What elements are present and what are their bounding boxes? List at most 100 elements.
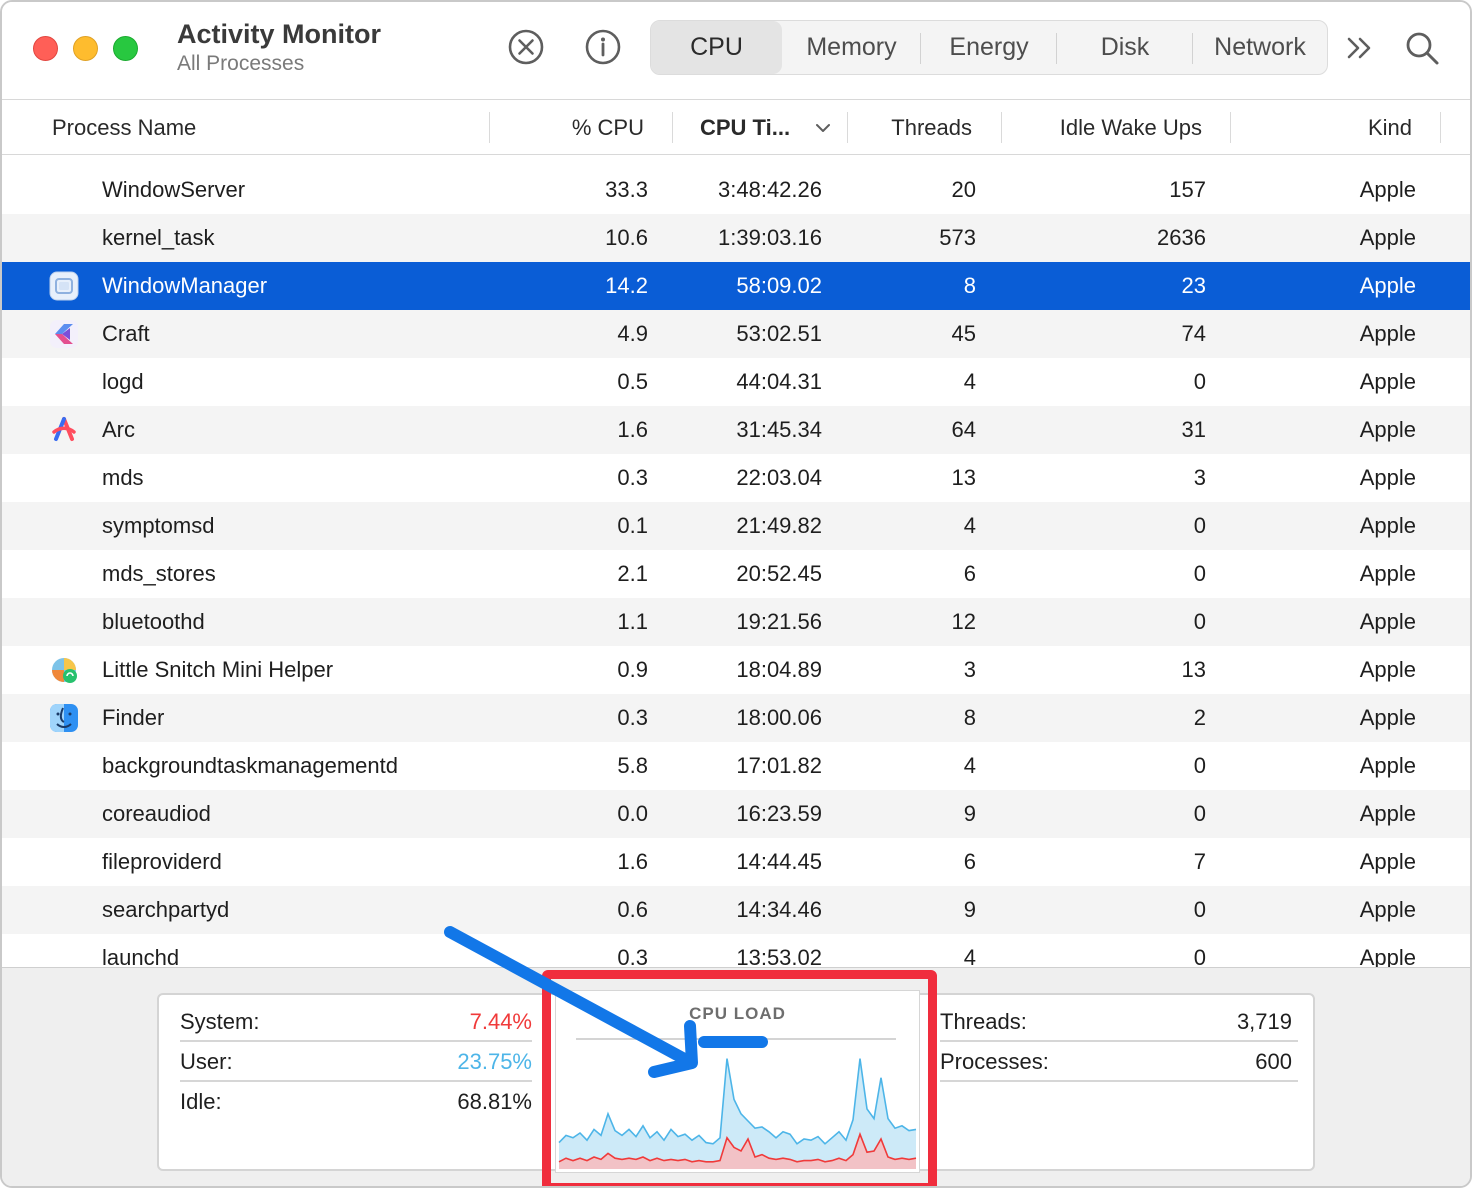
tab-cpu[interactable]: CPU	[651, 21, 782, 74]
close-window-button[interactable]	[33, 36, 58, 61]
table-row[interactable]: mds_stores 2.1 20:52.45 6 0 Apple	[2, 550, 1470, 598]
chevron-double-right-icon[interactable]	[1342, 30, 1378, 66]
process-name-cell: Arc	[102, 417, 135, 442]
search-icon[interactable]	[1402, 28, 1442, 68]
process-name-cell: Craft	[102, 321, 150, 346]
cpu-percent-cell: 0.0	[617, 801, 648, 826]
cpu-percent-cell: 2.1	[617, 561, 648, 586]
threads-cell: 64	[951, 417, 976, 442]
cpu-time-cell: 16:23.59	[736, 801, 822, 826]
info-icon[interactable]	[584, 28, 622, 66]
kind-cell: Apple	[1359, 849, 1416, 874]
zoom-window-button[interactable]	[113, 36, 138, 61]
sort-chevron-down-icon[interactable]	[814, 120, 832, 136]
kind-cell: Apple	[1359, 417, 1416, 442]
process-name-cell: mds	[102, 465, 144, 490]
cpu-time-cell: 53:02.51	[736, 321, 822, 346]
cpu-time-cell: 14:34.46	[736, 897, 822, 922]
kind-cell: Apple	[1359, 801, 1416, 826]
idle-wake-ups-cell: 0	[1193, 801, 1206, 826]
table-row[interactable]: searchpartyd 0.6 14:34.46 9 0 Apple	[2, 886, 1470, 934]
idle-wake-ups-cell: 23	[1181, 273, 1206, 298]
tab-disk[interactable]: Disk	[1057, 21, 1193, 74]
cpu-time-cell: 21:49.82	[736, 513, 822, 538]
table-row[interactable]: launchd 0.3 13:53.02 4 0 Apple	[2, 934, 1470, 968]
table-row[interactable]: WindowManager 14.2 58:09.02 8 23 Apple	[2, 262, 1470, 310]
tab-memory[interactable]: Memory	[782, 21, 921, 74]
kind-cell: Apple	[1359, 609, 1416, 634]
idle-wake-ups-cell: 0	[1193, 513, 1206, 538]
table-row[interactable]: Arc 1.6 31:45.34 64 31 Apple	[2, 406, 1470, 454]
table-row[interactable]: symptomsd 0.1 21:49.82 4 0 Apple	[2, 502, 1470, 550]
system-label: System:	[180, 1009, 260, 1034]
process-name-cell: WindowServer	[102, 177, 246, 202]
kind-cell: Apple	[1359, 561, 1416, 586]
view-tabs: CPU Memory Energy Disk Network	[650, 20, 1328, 75]
column-threads[interactable]: Threads	[891, 100, 972, 155]
table-row[interactable]: kernel_task 10.6 1:39:03.16 573 2636 Apple	[2, 214, 1470, 262]
threads-cell: 8	[963, 705, 976, 730]
table-row[interactable]: bluetoothd 1.1 19:21.56 12 0 Apple	[2, 598, 1470, 646]
kind-cell: Apple	[1359, 369, 1416, 394]
column-idle-wake-ups[interactable]: Idle Wake Ups	[1060, 100, 1202, 155]
cpu-time-cell: 3:48:42.26	[718, 177, 822, 202]
cpu-time-cell: 18:04.89	[736, 657, 822, 682]
threads-cell: 8	[963, 273, 976, 298]
tab-network[interactable]: Network	[1193, 21, 1327, 74]
cpu-time-cell: 13:53.02	[736, 945, 822, 968]
process-name-cell: bluetoothd	[102, 609, 205, 634]
tab-energy[interactable]: Energy	[921, 21, 1057, 74]
table-row[interactable]: coreaudiod 0.0 16:23.59 9 0 Apple	[2, 790, 1470, 838]
processes-value: 600	[1255, 1049, 1292, 1074]
kind-cell: Apple	[1359, 465, 1416, 490]
threads-cell: 9	[963, 897, 976, 922]
table-row[interactable]: logd 0.5 44:04.31 4 0 Apple	[2, 358, 1470, 406]
window-manager-icon	[49, 271, 79, 301]
system-value: 7.44%	[469, 1009, 532, 1034]
column-kind[interactable]: Kind	[1368, 100, 1412, 155]
table-row[interactable]: Craft 4.9 53:02.51 45 74 Apple	[2, 310, 1470, 358]
table-row[interactable]: fileproviderd 1.6 14:44.45 6 7 Apple	[2, 838, 1470, 886]
stop-process-icon[interactable]	[507, 28, 545, 66]
threads-stat: Threads: 3,719	[940, 1003, 1292, 1041]
idle-wake-ups-cell: 157	[1169, 177, 1206, 202]
idle-wake-ups-cell: 13	[1181, 657, 1206, 682]
process-table: WindowServer 33.3 3:48:42.26 20 157 Apple kern…	[2, 166, 1470, 968]
idle-label: Idle:	[180, 1089, 222, 1114]
kind-cell: Apple	[1359, 273, 1416, 298]
cpu-time-cell: 14:44.45	[736, 849, 822, 874]
column-divider	[1001, 112, 1002, 143]
kind-cell: Apple	[1359, 513, 1416, 538]
threads-cell: 3	[963, 657, 976, 682]
cpu-percent-cell: 0.9	[617, 657, 648, 682]
processes-label: Processes:	[940, 1049, 1049, 1074]
threads-cell: 4	[963, 369, 976, 394]
minimize-window-button[interactable]	[73, 36, 98, 61]
table-row[interactable]: WindowServer 33.3 3:48:42.26 20 157 Apple	[2, 166, 1470, 214]
process-name-cell: Little Snitch Mini Helper	[102, 657, 334, 682]
table-row[interactable]: backgroundtaskmanagementd 5.8 17:01.82 4 0 Ap…	[2, 742, 1470, 790]
idle-wake-ups-cell: 0	[1193, 561, 1206, 586]
table-row[interactable]: Little Snitch Mini Helper 0.9 18:04.89 3 13 A…	[2, 646, 1470, 694]
cpu-time-cell: 31:45.34	[736, 417, 822, 442]
column-divider	[1440, 112, 1441, 143]
idle-wake-ups-cell: 0	[1193, 609, 1206, 634]
cpu-percent-cell: 0.3	[617, 465, 648, 490]
column-divider	[672, 112, 673, 143]
user-value: 23.75%	[457, 1049, 532, 1074]
column-process-name[interactable]: Process Name	[52, 100, 196, 155]
process-name-cell: WindowManager	[102, 273, 268, 298]
threads-cell: 13	[951, 465, 976, 490]
process-name-cell: launchd	[102, 945, 180, 968]
cpu-percent-cell: 4.9	[617, 321, 648, 346]
cpu-time-cell: 22:03.04	[736, 465, 822, 490]
finder-icon	[49, 703, 79, 733]
process-name-cell: coreaudiod	[102, 801, 211, 826]
kind-cell: Apple	[1359, 225, 1416, 250]
process-name-cell: searchpartyd	[102, 897, 230, 922]
cpu-time-cell: 20:52.45	[736, 561, 822, 586]
column-cpu-time[interactable]: CPU Ti...	[700, 100, 790, 155]
table-row[interactable]: mds 0.3 22:03.04 13 3 Apple	[2, 454, 1470, 502]
table-row[interactable]: Finder 0.3 18:00.06 8 2 Apple	[2, 694, 1470, 742]
column-cpu-percent[interactable]: % CPU	[572, 100, 644, 155]
